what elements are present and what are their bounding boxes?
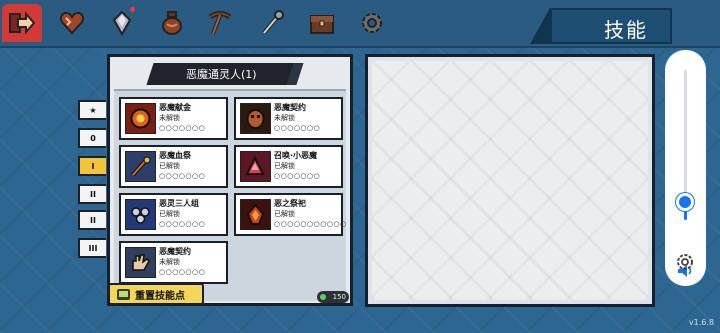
reset-skill-points-button[interactable]: 重置技能点 xyxy=(108,283,204,305)
skill-name: 召唤·小恶魔 xyxy=(274,151,318,160)
skill-icon-demon-pact-hand xyxy=(125,247,156,278)
skill-icon-contract xyxy=(240,103,271,134)
pickaxe-icon xyxy=(208,11,232,35)
tab-settings[interactable] xyxy=(352,4,392,42)
tab-exit[interactable] xyxy=(2,4,42,42)
skill-card[interactable]: 恶魔献金 未解锁 ○○○○○○○ xyxy=(119,97,228,140)
wand-icon xyxy=(262,10,284,35)
skill-icon-blood-ritual xyxy=(125,151,156,182)
title-box: 技能 xyxy=(530,8,672,44)
skill-name: 恶魔献金 xyxy=(159,103,191,112)
skill-list-panel: 恶魔通灵人(1) 恶魔献金 未解锁 ○○○○○○○ 恶魔契约 未解锁 ○○○○○… xyxy=(107,54,353,306)
top-bar: 技能 xyxy=(0,0,720,48)
skill-level-pips: ○○○○○○○ xyxy=(274,124,321,132)
chest-icon xyxy=(310,15,334,34)
skill-card[interactable]: 恶魔血祭 已解锁 ○○○○○○○ xyxy=(119,145,228,188)
skill-card[interactable]: 恶魔契约 未解锁 ○○○○○○○ xyxy=(234,97,343,140)
skill-name: 恶灵三人组 xyxy=(159,199,199,208)
skill-level-pips: ○○○○○○○ xyxy=(159,172,206,180)
page-title: 技能 xyxy=(604,18,648,42)
skill-icon-gold-sacrifice xyxy=(125,103,156,134)
skill-name: 恶之祭祀 xyxy=(274,199,306,208)
skill-list-header: 恶魔通灵人(1) xyxy=(146,63,296,85)
skill-level-pips: ○○○○○○○ xyxy=(159,220,206,228)
tv-icon xyxy=(117,288,130,300)
volume-slider-knob[interactable] xyxy=(676,193,694,211)
tab-chest[interactable] xyxy=(302,4,342,42)
skill-status: 已解锁 xyxy=(274,210,295,218)
level-tab-2[interactable]: II xyxy=(78,184,106,204)
skill-status: 未解锁 xyxy=(274,114,295,122)
notification-dot xyxy=(130,7,135,12)
skill-card[interactable]: 恶魔契约 未解锁 ○○○○○○○ xyxy=(119,241,228,284)
tab-wand[interactable] xyxy=(252,4,292,42)
skill-icon-summon-imp xyxy=(240,151,271,182)
skill-card[interactable]: 恶之祭祀 已解锁 ○○○○○○○○○○○ xyxy=(234,193,346,236)
skill-status: 已解锁 xyxy=(159,162,180,170)
skill-card[interactable]: 召唤·小恶魔 已解锁 ○○○○○○○ xyxy=(234,145,343,188)
skill-name: 恶魔血祭 xyxy=(159,151,191,160)
tab-pouch[interactable] xyxy=(152,4,192,42)
level-tab-2b[interactable]: II xyxy=(78,210,106,230)
level-tab-star[interactable]: ★ xyxy=(78,100,106,120)
gem-dot-icon xyxy=(320,294,326,300)
level-tab-0[interactable]: 0 xyxy=(78,128,106,148)
skill-icon-evil-sacrifice xyxy=(240,199,271,230)
skill-card[interactable]: 恶灵三人组 已解锁 ○○○○○○○ xyxy=(119,193,228,236)
version-label: v1.6.8 xyxy=(688,318,714,327)
skill-points-counter: 150 xyxy=(317,291,349,303)
skill-name: 恶魔契约 xyxy=(159,247,191,256)
gear-icon xyxy=(362,13,382,33)
skill-status: 已解锁 xyxy=(274,162,295,170)
skill-level-pips: ○○○○○○○ xyxy=(159,268,206,276)
skill-detail-area xyxy=(372,61,648,300)
skill-status: 已解锁 xyxy=(159,210,180,218)
skill-points-value: 150 xyxy=(332,293,346,301)
pouch-icon xyxy=(162,11,182,35)
heart-icon xyxy=(59,11,85,35)
exit-arrow-icon xyxy=(9,11,36,35)
skill-status: 未解锁 xyxy=(159,114,180,122)
settings-gear-icon[interactable] xyxy=(675,252,695,272)
tab-gem[interactable] xyxy=(102,4,142,42)
level-tab-3[interactable]: III xyxy=(78,238,106,258)
skill-icon-spirit-trio xyxy=(125,199,156,230)
skill-name: 恶魔契约 xyxy=(274,103,306,112)
tab-heart[interactable] xyxy=(52,4,92,42)
skill-level-pips: ○○○○○○○ xyxy=(274,172,321,180)
volume-panel xyxy=(665,50,706,286)
skill-card-area[interactable]: 恶魔献金 未解锁 ○○○○○○○ 恶魔契约 未解锁 ○○○○○○○ 恶魔血祭 已… xyxy=(114,89,346,301)
level-tab-1[interactable]: I xyxy=(78,156,106,176)
skill-level-pips: ○○○○○○○○○○○ xyxy=(274,220,347,228)
skill-status: 未解锁 xyxy=(159,258,180,266)
gem-icon xyxy=(112,10,132,37)
skill-level-pips: ○○○○○○○ xyxy=(159,124,206,132)
reset-skill-points-label: 重置技能点 xyxy=(135,290,185,302)
skill-list-header-label: 恶魔通灵人(1) xyxy=(185,68,257,81)
tab-pickaxe[interactable] xyxy=(200,4,240,42)
skill-detail-panel xyxy=(365,54,655,307)
